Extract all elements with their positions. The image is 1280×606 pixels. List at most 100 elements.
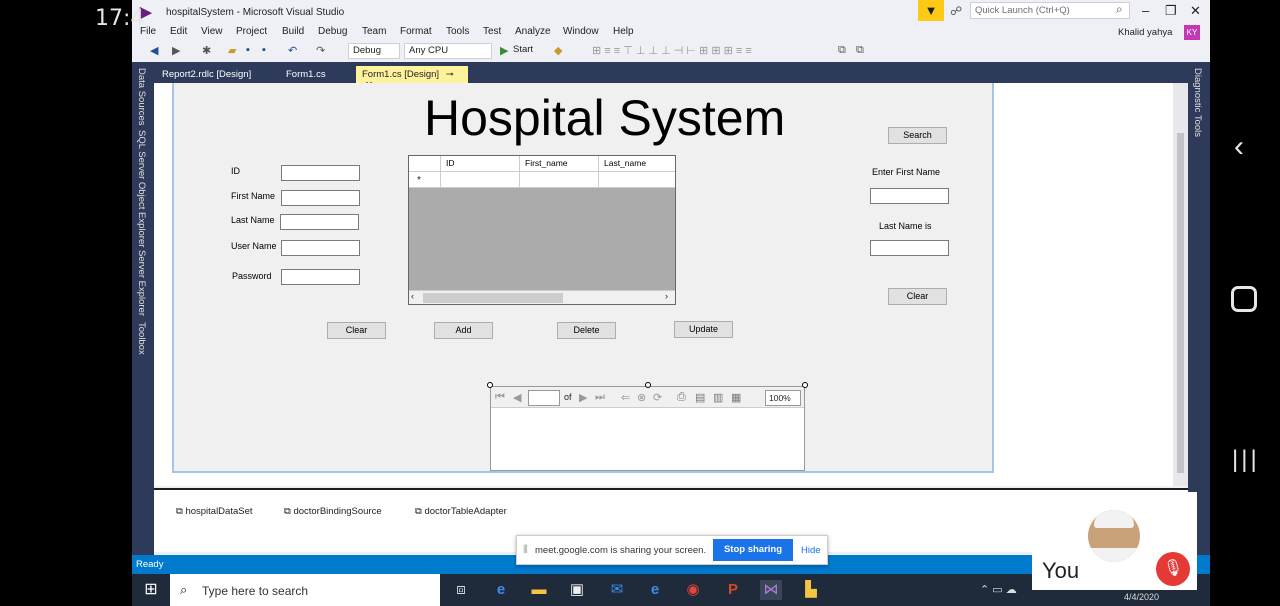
last-name-is-label[interactable]: Last Name is [879, 221, 932, 231]
system-tray-icons[interactable]: ⌃ ▭ ☁ [980, 583, 1017, 596]
save-icon[interactable]: ▪ [246, 44, 250, 56]
open-folder-icon[interactable]: ▰ [228, 44, 236, 57]
align-tools-icon[interactable]: ⊞ ≡ ≡ ⊤ ⊥ ⊥ ⊥ ⊣ ⊢ ⊞ ⊞ ⊞ ≡ ≡ [592, 44, 752, 57]
edge-browser-icon[interactable]: e [490, 580, 512, 600]
powerpoint-icon[interactable]: P [722, 580, 744, 600]
password-label[interactable]: Password [232, 271, 272, 281]
data-grid-view[interactable]: ID First_name Last_name * ‹ › [408, 155, 676, 305]
side-tab-data-sources[interactable]: Data Sources [136, 68, 147, 126]
chrome-icon[interactable]: ◉ [682, 580, 704, 600]
id-textbox[interactable] [281, 165, 360, 181]
export-icon[interactable]: ▦ [731, 391, 741, 404]
configuration-select[interactable]: Debug [348, 43, 400, 59]
menu-view[interactable]: View [201, 26, 223, 37]
debug-target-icon[interactable]: ◆ [554, 44, 562, 57]
user-name-textbox[interactable] [281, 240, 360, 256]
delete-button[interactable]: Delete [557, 322, 616, 339]
zoom-select[interactable]: 100% [765, 390, 801, 406]
refresh-icon[interactable]: ⟳ [653, 391, 662, 404]
save-all-icon[interactable]: ▪ [262, 44, 266, 56]
restore-button[interactable]: ❐ [1165, 3, 1177, 19]
first-name-label[interactable]: First Name [231, 191, 275, 201]
id-label[interactable]: ID [231, 166, 240, 176]
page-setup-icon[interactable]: ▥ [713, 391, 723, 404]
file-explorer-icon[interactable]: ▬ [528, 580, 550, 600]
hide-banner-button[interactable]: Hide [801, 545, 821, 556]
undo-icon[interactable]: ↶ [288, 44, 297, 57]
form1-window[interactable]: Hospital System ID First Name Last Name … [172, 83, 994, 473]
grid-new-row[interactable] [409, 172, 675, 188]
last-page-icon[interactable]: ⏭ [595, 391, 605, 404]
scroll-thumb[interactable] [423, 293, 563, 303]
windows-start-icon[interactable]: ⊞ [132, 574, 170, 606]
menu-test[interactable]: Test [483, 26, 501, 37]
redo-icon[interactable]: ↷ [316, 44, 325, 57]
form-title-label[interactable]: Hospital System [424, 89, 785, 147]
tab-report2-design[interactable]: Report2.rdlc [Design] [156, 66, 257, 83]
grid-horizontal-scrollbar[interactable]: ‹ › [409, 290, 675, 304]
minimize-button[interactable]: – [1142, 3, 1149, 18]
side-tab-sql-server-object-explorer[interactable]: SQL Server Object Explorer [136, 130, 147, 247]
pin-icon[interactable]: ⊸ [446, 69, 454, 80]
add-button[interactable]: Add [434, 322, 493, 339]
task-view-icon[interactable]: ⧈ [450, 580, 472, 600]
update-button[interactable]: Update [674, 321, 733, 338]
last-name-label[interactable]: Last Name [231, 215, 275, 225]
scroll-thumb[interactable] [1177, 133, 1184, 473]
menu-team[interactable]: Team [362, 26, 386, 37]
forward-icon[interactable]: ▶ [172, 44, 180, 57]
notification-filter-icon[interactable]: ▼ [918, 0, 944, 21]
enter-first-name-label[interactable]: Enter First Name [872, 167, 940, 177]
start-button[interactable]: Start [513, 44, 533, 55]
send-to-back-icon[interactable]: ⧉ [856, 44, 864, 57]
previous-page-icon[interactable]: ◀ [513, 391, 521, 404]
menu-edit[interactable]: Edit [170, 26, 187, 37]
mail-icon[interactable]: ✉ [606, 580, 628, 600]
visual-studio-taskbar-icon[interactable]: ⋈ [760, 580, 782, 600]
menu-debug[interactable]: Debug [318, 26, 347, 37]
tab-form1-cs[interactable]: Form1.cs [280, 66, 332, 83]
user-name[interactable]: Khalid yahya [1118, 27, 1172, 38]
stop-icon[interactable]: ⊗ [637, 391, 646, 404]
search-first-name-textbox[interactable] [870, 188, 949, 204]
scroll-left-icon[interactable]: ‹ [411, 291, 414, 301]
android-back-icon[interactable]: ‹ [1234, 130, 1244, 164]
grid-column-first-name[interactable]: First_name [525, 158, 568, 168]
menu-project[interactable]: Project [236, 26, 267, 37]
self-video-tile[interactable]: You 🎙 [1032, 492, 1197, 590]
last-name-textbox[interactable] [280, 214, 359, 230]
component-hospital-dataset[interactable]: ⧉ hospitalDataSet [176, 506, 253, 517]
clear-button[interactable]: Clear [327, 322, 386, 339]
stop-sharing-button[interactable]: Stop sharing [713, 539, 793, 561]
designer-vertical-scrollbar[interactable] [1173, 83, 1188, 486]
grid-column-last-name[interactable]: Last_name [604, 158, 646, 168]
back-to-parent-icon[interactable]: ⇐ [621, 391, 630, 404]
clear-search-button[interactable]: Clear [888, 288, 947, 305]
menu-analyze[interactable]: Analyze [515, 26, 551, 37]
platform-select[interactable]: Any CPU [404, 43, 492, 59]
result-last-name-textbox[interactable] [870, 240, 949, 256]
new-project-icon[interactable]: ✱ [202, 44, 211, 57]
component-doctor-table-adapter[interactable]: ⧉ doctorTableAdapter [415, 506, 507, 517]
print-icon[interactable]: ⎙ [677, 391, 686, 404]
tab-form1-design[interactable]: Form1.cs [Design] ⊸ ✕ [356, 66, 468, 91]
close-button[interactable]: ✕ [1190, 3, 1201, 19]
android-home-icon[interactable] [1231, 286, 1257, 312]
microphone-muted-icon[interactable]: 🎙 [1156, 552, 1190, 586]
drag-handle-icon[interactable]: ⦀ [523, 544, 528, 557]
user-avatar[interactable]: KY [1184, 25, 1200, 40]
selection-handle[interactable] [645, 382, 651, 388]
menu-tools[interactable]: Tools [446, 26, 469, 37]
password-textbox[interactable] [281, 269, 360, 285]
user-name-label[interactable]: User Name [231, 241, 277, 251]
side-tab-server-explorer[interactable]: Server Explorer [136, 250, 147, 316]
menu-help[interactable]: Help [613, 26, 634, 37]
android-recents-icon[interactable]: ||| [1232, 446, 1260, 474]
selection-handle[interactable] [802, 382, 808, 388]
store-icon[interactable]: ▣ [566, 580, 588, 600]
back-icon[interactable]: ◀ [150, 44, 158, 57]
first-page-icon[interactable]: ⏮ [495, 391, 505, 404]
report-viewer[interactable]: ⏮ ◀ of ▶ ⏭ ⇐ ⊗ ⟳ ⎙ ▤ ▥ ▦ 100% [490, 386, 805, 471]
quick-launch-input[interactable]: Quick Launch (Ctrl+Q) [970, 2, 1130, 19]
taskbar-search-box[interactable]: ⌕ Type here to search [170, 574, 440, 606]
